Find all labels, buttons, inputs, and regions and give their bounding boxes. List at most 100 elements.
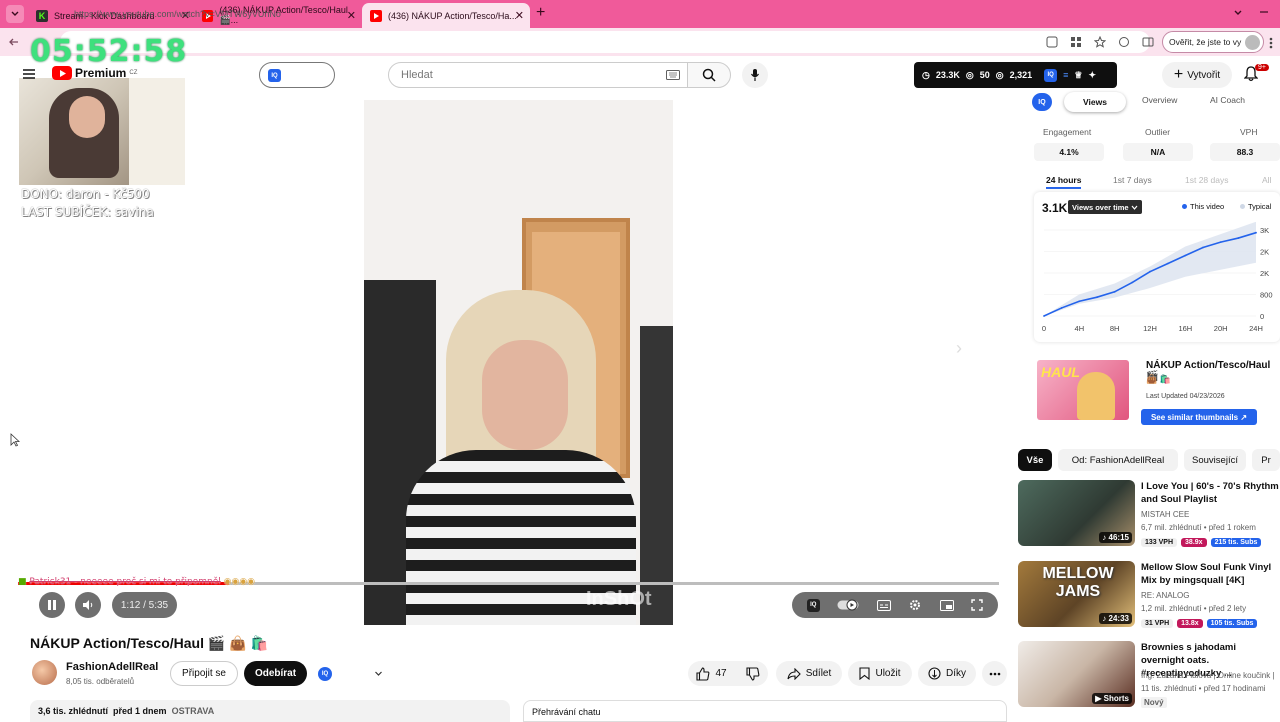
range-tab-28d[interactable]: 1st 28 days [1185,175,1228,185]
emote-icon: ◉◉◉◉ [223,577,256,587]
iq-stats-bar: ◷ 23.3K ◎ 50 ◎ 2,321 IQ ≡ ♕ ✦ [914,62,1117,88]
this-video-point [1131,281,1134,284]
iq-player-icon[interactable]: IQ [806,598,820,612]
keyboard-icon[interactable] [666,70,680,80]
streamer-face [69,96,105,138]
iq-tab-ai-coach[interactable]: AI Coach [1210,95,1245,105]
create-button[interactable]: + Vytvořit [1162,62,1232,88]
this-video-point [1078,300,1081,303]
list-icon[interactable]: ≡ [1063,70,1068,80]
range-tab-24h[interactable]: 24 hours [1046,175,1082,189]
tab-list-button[interactable] [6,5,24,23]
channel-avatar[interactable] [32,660,57,685]
video-thumbnail[interactable]: MELLOW JAMS ♪ 24:33 [1018,561,1135,627]
apps-icon[interactable] [1070,36,1082,48]
video-thumbnail[interactable]: ▶ Shorts [1018,641,1135,707]
thumbs-up-icon[interactable] [696,666,710,681]
search-button[interactable] [687,62,731,88]
video-dark-panel-right [640,326,673,625]
range-tab-7d[interactable]: 1st 7 days [1113,175,1152,185]
chat-replay-header[interactable]: Přehrávání chatu [523,700,1007,722]
video-thumbnail[interactable]: ♪ 46:15 [1018,480,1135,546]
range-tab-all[interactable]: All [1262,175,1271,185]
share-button[interactable]: Sdílet [776,661,842,686]
subscribe-button[interactable]: Odebírat [244,661,307,686]
voice-search-button[interactable] [742,62,768,88]
legend-this-video: This video [1182,202,1224,211]
eye-icon: ◎ [965,69,974,80]
dropdown-label: Views over time [1072,202,1129,212]
stat-likes: 50 [979,70,990,80]
url-field[interactable] [60,31,1150,53]
more-vert-icon[interactable] [1266,36,1276,50]
chip-all[interactable]: Vše [1018,449,1052,471]
star-icon[interactable] [1094,36,1106,48]
recommended-channel[interactable]: MISTAH CEE [1141,510,1189,519]
iq-tab-views[interactable]: Views [1064,92,1126,112]
recommended-title[interactable]: I Love You | 60's - 70's Rhythm and Soul… [1141,480,1280,506]
this-video-point [1096,296,1098,299]
iq-channel-icon[interactable]: IQ [318,667,332,681]
chip-related[interactable]: Související [1184,449,1246,471]
volume-button[interactable] [75,592,101,618]
trophy-icon[interactable]: ♕ [1074,70,1082,81]
metric-label-vph: VPH [1240,127,1258,137]
chevron-down-icon [11,11,19,16]
iq-extension-pill[interactable]: IQ [259,62,335,88]
video-thumbnail-preview[interactable]: HAUL [1037,360,1129,420]
video-frame[interactable]: InShOt [364,100,673,625]
save-button[interactable]: Uložit [848,661,912,686]
tab-youtube-active[interactable]: (436) NÁKUP Action/Tesco/Ha... ✕ [362,3,530,28]
next-arrow-icon: › [956,338,962,358]
recommended-channel[interactable]: RE: ANALOG [1141,591,1189,600]
miniplayer-icon[interactable] [939,599,954,611]
recommended-video[interactable]: ♪ 46:15 I Love You | 60's - 70's Rhythm … [1018,480,1280,550]
chip-more[interactable]: Pr [1252,449,1280,471]
verify-identity-button[interactable]: Ověřit, že jste to vy [1162,31,1264,53]
iq-tab-overview[interactable]: Overview [1142,95,1177,105]
description-box[interactable]: 3,6 tis. zhlédnutí před 1 dnem OSTRAVA [30,700,510,722]
recommended-video[interactable]: ▶ Shorts Brownies s jahodami overnight o… [1018,641,1280,711]
settings-gear-icon[interactable] [908,598,922,612]
fullscreen-icon[interactable] [971,599,983,611]
like-dislike-group: 47 [688,661,768,686]
chevron-down-icon[interactable] [374,669,383,678]
like-count: 47 [715,668,727,679]
x-tick-label: 4H [1075,324,1085,333]
subtitles-icon[interactable] [876,599,891,611]
recommended-video[interactable]: MELLOW JAMS ♪ 24:33 Mellow Slow Soul Fun… [1018,561,1280,631]
this-video-point [1219,241,1222,243]
hamburger-menu-icon[interactable] [22,68,36,80]
subs-badge: 215 tis. Subs [1210,538,1262,547]
this-video-point [1184,254,1187,257]
more-actions-button[interactable] [982,661,1007,686]
sparkle-icon[interactable]: ✦ [1089,70,1097,81]
minimize-icon[interactable] [1258,6,1270,18]
see-similar-thumbnails-button[interactable]: See similar thumbnails ↗ [1141,409,1257,425]
recommended-channel[interactable]: Ing. Zuzana Fialová | Online koučink | [1141,671,1275,680]
back-arrow-icon[interactable] [8,36,20,48]
translate-icon[interactable] [1046,36,1058,48]
search-input[interactable]: Hledat [388,62,688,88]
thumbs-down-icon[interactable] [746,666,760,681]
autoplay-toggle-icon[interactable] [837,599,859,611]
new-tab-button[interactable]: + [536,4,545,22]
views-over-time-dropdown[interactable]: Views over time [1068,200,1142,214]
sidebar-icon[interactable] [1142,36,1154,48]
extensions-icon[interactable] [1118,36,1130,48]
chevron-down-icon[interactable] [1232,6,1244,18]
recommended-title[interactable]: Mellow Slow Soul Funk Vinyl Mix by mings… [1141,561,1280,587]
this-video-point [1043,315,1045,317]
iq-logo-icon[interactable]: IQ [1044,68,1058,82]
views-over-time-chart: 3K 2K 2K 800 0 0 4H 8H 12H 16H 20H 24H [1042,222,1273,333]
join-button[interactable]: Připojit se [170,661,238,686]
close-tab-icon[interactable]: ✕ [347,9,356,22]
close-tab-icon[interactable]: ✕ [515,9,524,22]
channel-name[interactable]: FashionAdellReal [66,661,158,673]
chip-from-channel[interactable]: Od: FashionAdellReal [1058,449,1178,471]
plus-icon: + [1173,66,1184,83]
x-tick-label: 16H [1178,324,1192,333]
pause-button[interactable] [39,592,65,618]
url-text[interactable]: https://www.youtube.com/watch?v=VMTW6yVU… [74,9,281,19]
thanks-button[interactable]: Díky [918,661,976,686]
